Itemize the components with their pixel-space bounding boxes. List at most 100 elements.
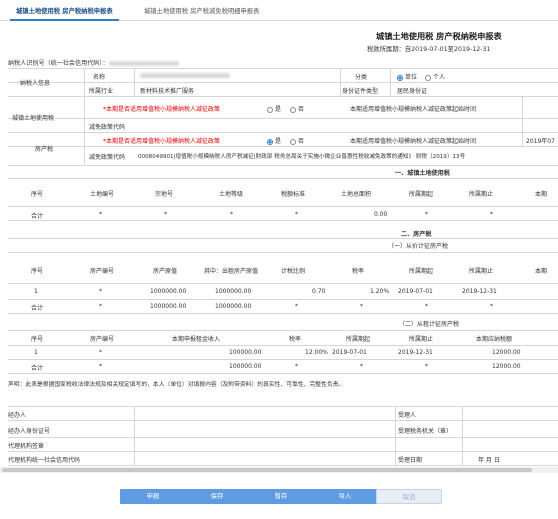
property-policy-code-value[interactable]: 0008049901|增值税小规模纳税人房产税减征|财政部 税务总局关于实施小微…: [138, 152, 465, 160]
total-cell: *: [99, 303, 102, 310]
tab-exemption-detail[interactable]: 城镇土地使用税 房产税减免税明细申报表: [138, 6, 265, 21]
col-header: 土地总面积: [341, 191, 372, 198]
industry-value: 新材料技术推广服务: [140, 88, 195, 95]
id-type-value: 居民身份证: [397, 88, 428, 95]
receive-date-value: 年 月 日: [478, 457, 500, 464]
total-cell: *: [360, 363, 363, 370]
temp-save-button[interactable]: 暂存: [248, 489, 314, 504]
row-cell: 12000.00: [492, 349, 521, 356]
page-title: 城镇土地使用税 房产税纳税申报表: [376, 31, 502, 41]
total-cell: *: [295, 363, 298, 370]
category-unit-radio[interactable]: 单位: [397, 72, 417, 81]
row-cell: *: [99, 288, 102, 295]
col-header: 本期应纳税额: [476, 336, 513, 343]
taxpayer-info-section: 纳税人信息: [20, 80, 51, 87]
col-header: 房产编号: [90, 336, 115, 343]
save-button[interactable]: 保存: [184, 489, 250, 504]
total-cell: *: [230, 211, 233, 218]
col-header: 房产编号: [90, 268, 115, 275]
row-cell: 1: [34, 288, 38, 295]
col-header: 所属期止: [469, 268, 494, 275]
receiver-label: 受理人: [398, 412, 417, 419]
property-tax-table-title: 二、房产税: [401, 231, 432, 238]
total-cell: 0.00: [374, 211, 388, 218]
total-cell: *: [490, 303, 493, 310]
taxpayer-id-label: 纳税人识别号（统一社会信用代码）：: [8, 58, 179, 67]
category-person-radio[interactable]: 个人: [425, 72, 445, 81]
property-policy-code-label: 减免政策代码: [89, 154, 126, 161]
agent-seal-label: 代理机构签章: [8, 443, 45, 450]
row-cell[interactable]: 2019-12-31: [462, 288, 497, 295]
row-cell[interactable]: 2019-07-01: [332, 349, 367, 356]
col-header: 房产原值: [153, 268, 178, 275]
import-button[interactable]: 导入: [312, 489, 378, 504]
radio-empty-icon: [290, 106, 296, 113]
tab-bar: 城镇土地使用税 房产税纳税申报表 城镇土地使用税 房产税减免税明细申报表: [0, 0, 558, 21]
total-cell: *: [295, 303, 298, 310]
total-cell: *: [99, 363, 102, 370]
row-cell[interactable]: 12.00%: [305, 349, 328, 356]
total-cell: 100000.00: [229, 363, 262, 370]
total-cell: *: [360, 303, 363, 310]
total-cell: 12000.00: [492, 363, 521, 370]
cancel-button[interactable]: 取消: [376, 489, 442, 504]
property-reduction-question: *本期是否适用增值税小规模纳税人减征政策: [103, 138, 221, 145]
property-tax-section: 房产税: [35, 146, 54, 153]
row-cell[interactable]: 2019-12-31: [398, 349, 433, 356]
land-tax-section: 城镇土地使用税: [12, 115, 55, 122]
property-no-radio[interactable]: 否: [290, 136, 304, 145]
land-yes-radio[interactable]: 是: [267, 104, 281, 113]
property-start-time-value[interactable]: 2019年07: [526, 136, 555, 145]
col-header: 计税比例: [281, 268, 306, 275]
col-header: 本期: [535, 191, 548, 198]
total-cell: *: [164, 211, 167, 218]
row-cell[interactable]: 1000000.00: [215, 288, 251, 295]
radio-selected-icon: [397, 74, 403, 81]
tab-declaration-form[interactable]: 城镇土地使用税 房产税纳税申报表: [10, 6, 119, 21]
category-label: 分类: [355, 74, 368, 81]
property-yes-radio[interactable]: 是: [267, 136, 281, 145]
tax-period: 税款所属期：自2019-07-01至2019-12-31: [367, 46, 491, 53]
row-cell[interactable]: 100000.00: [229, 349, 261, 356]
total-cell: 合计: [31, 213, 44, 220]
col-header: 本期: [535, 268, 548, 275]
col-header: 所属期止: [409, 336, 434, 343]
col-header: 所属期止: [469, 191, 494, 198]
declare-button[interactable]: 申报: [120, 489, 186, 504]
radio-empty-icon: [267, 106, 273, 113]
land-start-time-label: 本期适用增值税小规模纳税人减征政策起始时间: [350, 106, 477, 113]
total-cell: *: [425, 211, 428, 218]
agent-code-label: 代理机构统一社会信用代码: [8, 457, 81, 464]
total-cell: *: [425, 303, 428, 310]
land-no-radio[interactable]: 否: [290, 104, 304, 113]
rent-based-subtitle: （二）从租计征房产税: [399, 321, 460, 328]
total-cell: *: [295, 211, 298, 218]
row-cell[interactable]: 0.70: [312, 288, 325, 295]
col-header: 序号: [31, 191, 44, 198]
total-cell: 1000000.00: [215, 303, 252, 310]
col-header: 土地等级: [219, 191, 244, 198]
row-cell[interactable]: 2019-07-01: [398, 288, 433, 295]
name-label: 名称: [93, 74, 106, 81]
taxpayer-id-redacted: [108, 60, 179, 66]
col-header: 税率: [352, 268, 365, 275]
col-header: 税率: [289, 336, 302, 343]
row-cell[interactable]: 1.20%: [370, 288, 389, 295]
ad-valorem-subtitle: （一）从价计征房产税: [388, 243, 449, 250]
row-cell[interactable]: 1000000.00: [150, 288, 186, 295]
property-start-time-label: 本期适用增值税小规模纳税人减征政策起始时间: [350, 138, 477, 145]
land-tax-table-title: 一、城镇土地使用税: [395, 170, 450, 177]
col-header: 宗地号: [155, 191, 174, 198]
col-header: 所属期起: [409, 268, 434, 275]
total-cell: 合计: [31, 305, 44, 312]
col-header: 其中：出租房产原值: [204, 268, 259, 275]
total-cell: *: [490, 211, 493, 218]
total-cell: *: [425, 363, 428, 370]
col-header: 所属期起: [346, 336, 371, 343]
industry-label: 所属行业: [89, 88, 114, 95]
handler-id-label: 经办人身份证号: [8, 428, 51, 435]
receiving-office-label: 受理税务机关（章）: [398, 428, 453, 435]
row-cell: *: [99, 349, 102, 356]
scrollbar-thumb[interactable]: [2, 468, 532, 472]
receive-date-label: 受理日期: [398, 457, 423, 464]
